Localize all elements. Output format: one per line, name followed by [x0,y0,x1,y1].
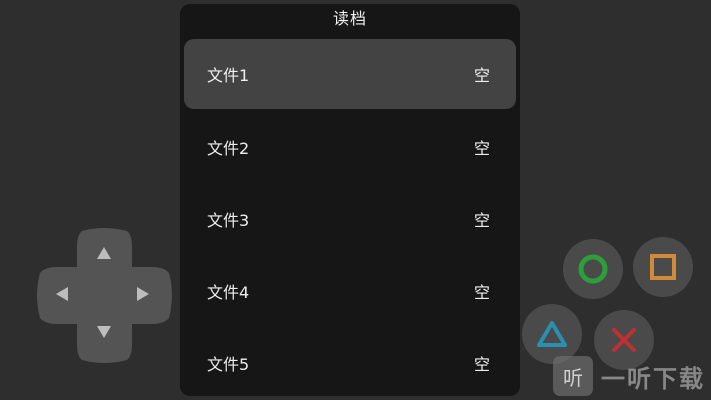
slot-name: 文件2 [207,139,250,158]
arrow-right-icon[interactable] [137,287,153,303]
arrow-up-icon[interactable] [97,247,113,263]
slot-name: 文件5 [207,355,250,374]
watermark: 听 一听下载 [553,352,711,400]
slot-status: 空 [473,211,490,230]
square-icon [650,254,676,280]
save-slot-1[interactable]: 文件1 空 [184,39,516,109]
watermark-logo: 听 [553,356,593,396]
arrow-down-icon[interactable] [97,326,113,342]
slot-status: 空 [473,139,490,158]
square-button[interactable] [633,237,693,297]
slot-name: 文件1 [207,66,250,85]
slot-status: 空 [473,66,490,85]
arrow-left-icon[interactable] [56,287,72,303]
slot-status: 空 [473,283,490,302]
save-slot-2[interactable]: 文件2 空 [184,112,516,182]
save-slot-4[interactable]: 文件4 空 [184,256,516,326]
slot-status: 空 [473,355,490,374]
save-slot-3[interactable]: 文件3 空 [184,184,516,254]
watermark-text: 一听下载 [601,364,705,393]
circle-button[interactable] [563,239,623,299]
load-dialog: 读档 文件1 空 文件2 空 文件3 空 文件4 空 文件5 空 [180,4,520,396]
dialog-title: 读档 [332,9,367,28]
slot-name: 文件4 [207,283,250,302]
dpad[interactable] [36,227,173,364]
cross-icon [612,328,636,352]
triangle-icon [537,321,567,347]
circle-icon [578,254,608,284]
save-slot-5[interactable]: 文件5 空 [184,328,516,396]
slot-name: 文件3 [207,211,250,230]
